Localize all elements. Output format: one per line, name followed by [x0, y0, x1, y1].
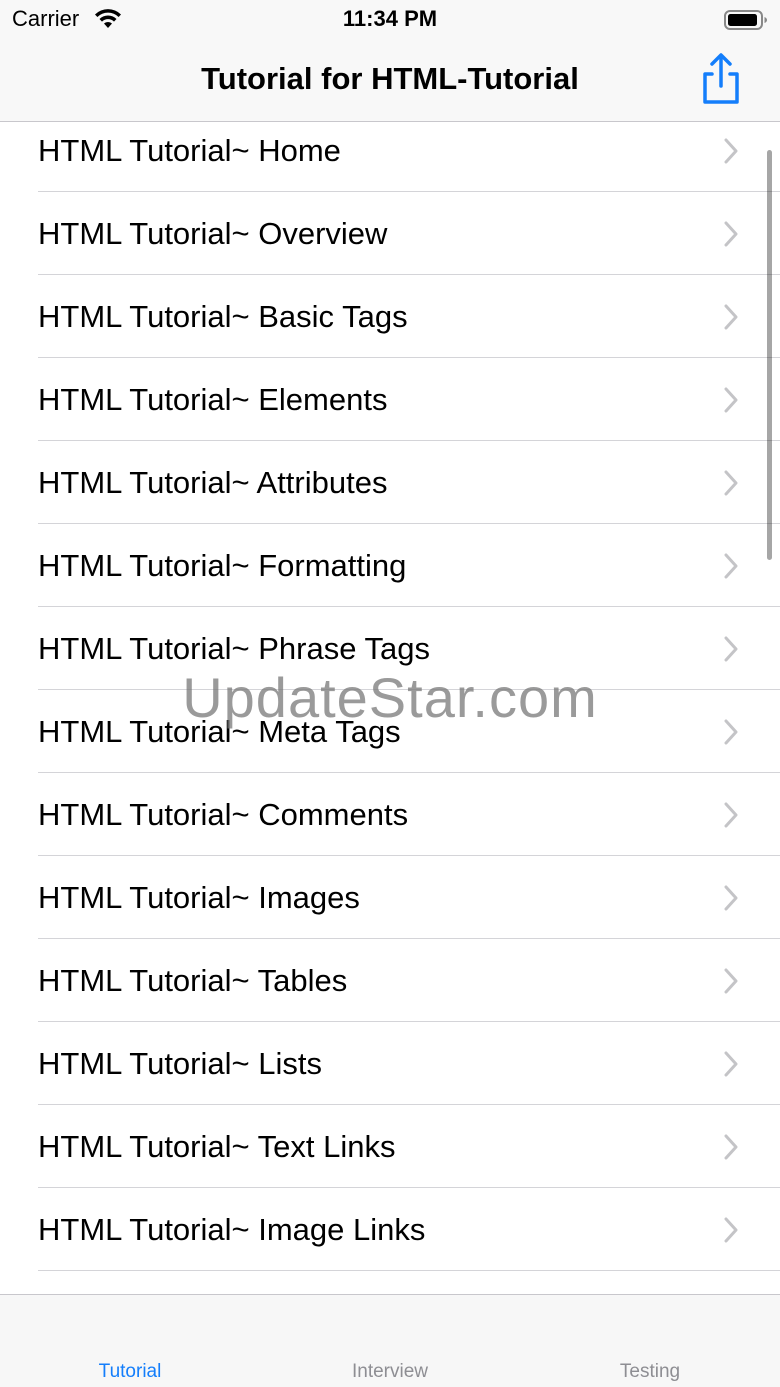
list-item[interactable]: HTML Tutorial~ Elements — [0, 358, 780, 441]
list-item-label: HTML Tutorial~ Phrase Tags — [38, 631, 430, 666]
list-item[interactable]: HTML Tutorial~ Lists — [0, 1022, 780, 1105]
list-item-label: HTML Tutorial~ Image Links — [38, 1212, 426, 1247]
list-item-label: HTML Tutorial~ Text Links — [38, 1129, 396, 1164]
chevron-right-icon — [724, 221, 738, 247]
status-time: 11:34 PM — [342, 6, 438, 31]
share-icon — [703, 53, 739, 104]
chevron-right-icon — [724, 553, 738, 579]
status-bar: Carrier 11:34 PM — [0, 0, 780, 40]
list-item[interactable]: HTML Tutorial~ Phrase Tags — [0, 607, 780, 690]
row-separator — [38, 1270, 780, 1271]
list-item[interactable]: HTML Tutorial~ Tables — [0, 939, 780, 1022]
chevron-right-icon — [724, 470, 738, 496]
list-item-label: HTML Tutorial~ Attributes — [38, 465, 388, 500]
page-title: Tutorial for HTML-Tutorial — [201, 61, 579, 96]
chevron-right-icon — [724, 387, 738, 413]
list-item-label: HTML Tutorial~ Comments — [38, 797, 409, 832]
tab-tutorial-label: Tutorial — [98, 1361, 162, 1382]
list-item-label: HTML Tutorial~ Meta Tags — [38, 714, 401, 749]
chevron-right-icon — [724, 636, 738, 662]
chevron-right-icon — [724, 304, 738, 330]
list-item[interactable]: HTML Tutorial~ Meta Tags — [0, 690, 780, 773]
share-button[interactable] — [695, 50, 747, 106]
list-item[interactable]: HTML Tutorial~ Comments — [0, 773, 780, 856]
chevron-right-icon — [724, 885, 738, 911]
tab-testing-label: Testing — [619, 1361, 681, 1382]
chevron-right-icon — [724, 802, 738, 828]
chevron-right-icon — [724, 1217, 738, 1243]
list-item[interactable]: HTML Tutorial~ Image Links — [0, 1188, 780, 1271]
tab-bar: Tutorial Interview Testing — [0, 1294, 780, 1387]
chevron-right-icon — [724, 138, 738, 164]
list-item[interactable]: HTML Tutorial~ Overview — [0, 192, 780, 275]
tab-interview[interactable]: Interview — [260, 1295, 520, 1387]
list-item-label: HTML Tutorial~ Elements — [38, 382, 388, 417]
chevron-right-icon — [724, 968, 738, 994]
list-item[interactable]: HTML Tutorial~ Text Links — [0, 1105, 780, 1188]
navigation-bar: Tutorial for HTML-Tutorial — [0, 40, 780, 122]
chevron-right-icon — [724, 1051, 738, 1077]
chevron-right-icon — [724, 719, 738, 745]
list-item[interactable]: HTML Tutorial~ Home — [0, 122, 780, 192]
tab-tutorial[interactable]: Tutorial — [0, 1295, 260, 1387]
list-item[interactable]: HTML Tutorial~ Formatting — [0, 524, 780, 607]
list-item-label: HTML Tutorial~ Overview — [38, 216, 388, 251]
list-item-label: HTML Tutorial~ Lists — [38, 1046, 322, 1081]
list-item-label: HTML Tutorial~ Images — [38, 880, 360, 915]
scroll-indicator[interactable] — [767, 150, 772, 560]
tab-testing[interactable]: Testing — [520, 1295, 780, 1387]
list-item-label: HTML Tutorial~ Home — [38, 133, 341, 168]
list-item-label: HTML Tutorial~ Basic Tags — [38, 299, 408, 334]
chevron-right-icon — [724, 1134, 738, 1160]
list-item-label: HTML Tutorial~ Tables — [38, 963, 348, 998]
app-screen: Carrier 11:34 PM Tutorial for HTML-Tutor… — [0, 0, 780, 1387]
battery-icon — [724, 10, 767, 30]
list-item[interactable]: HTML Tutorial~ Images — [0, 856, 780, 939]
tab-interview-label: Interview — [351, 1361, 429, 1382]
tutorial-list[interactable]: HTML Tutorial~ Home HTML Tutorial~ Overvi… — [0, 122, 780, 1294]
list-item[interactable]: HTML Tutorial~ Attributes — [0, 441, 780, 524]
list-item-label: HTML Tutorial~ Formatting — [38, 548, 407, 583]
list-item[interactable]: HTML Tutorial~ Basic Tags — [0, 275, 780, 358]
